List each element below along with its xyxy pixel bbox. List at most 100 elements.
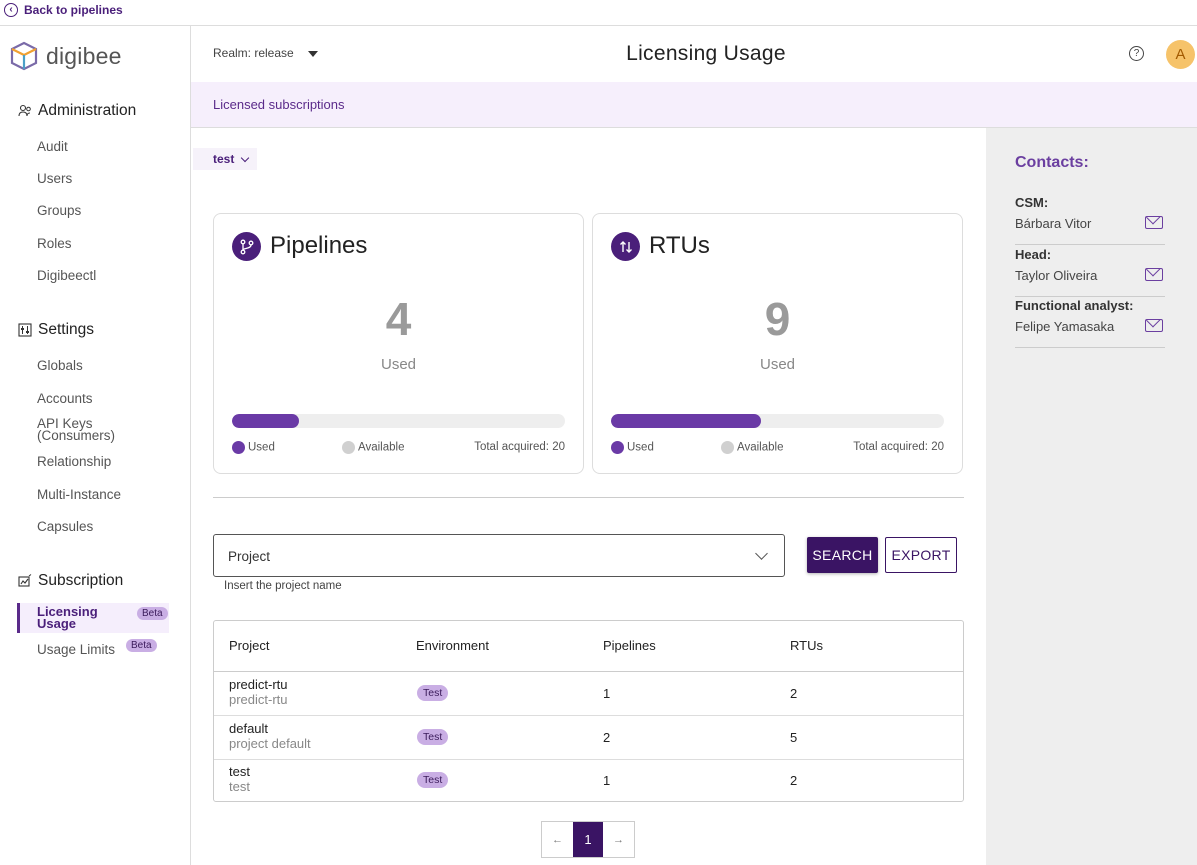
contact-role: Head: [1015,247,1052,262]
usage-progress-fill [611,414,761,428]
divider [213,497,964,498]
table-row[interactable]: default project default Test 2 5 [214,716,963,760]
settings-sliders-icon [18,323,32,337]
back-link-label: Back to pipelines [24,3,123,17]
sidebar-item-accounts[interactable]: Accounts [37,392,93,406]
column-header-rtus: RTUs [790,638,823,653]
card-title: Pipelines [270,232,368,259]
sidebar-item-api-keys[interactable]: API Keys (Consumers) [37,417,115,443]
project-name: predict-rtu [229,677,288,692]
total-acquired: Total acquired: 20 [853,441,944,453]
beta-badge: Beta [126,639,157,652]
mail-icon[interactable] [1145,216,1163,229]
section-title: Administration [38,102,137,119]
column-header-project: Project [229,638,270,653]
table-header: Project Environment Pipelines RTUs [214,621,963,672]
project-description: predict-rtu [229,692,288,707]
column-header-environment: Environment [416,638,489,653]
used-caption: Used [759,356,796,373]
available-dot-icon [342,441,355,454]
environment-selector[interactable]: test [193,148,257,170]
sidebar: digibee Administration Audit Users Group… [0,26,191,865]
arrow-left-icon: ‹ [4,3,18,17]
rtus-count: 5 [790,730,798,745]
projects-table: Project Environment Pipelines RTUs predi… [213,620,964,802]
sidebar-item-digibeectl[interactable]: Digibeectl [37,269,96,283]
section-title: Settings [38,321,95,338]
header: Realm: release Licensing Usage ? A [191,26,1197,82]
page-1-button[interactable]: 1 [573,822,603,857]
total-acquired: Total acquired: 20 [474,441,565,453]
sidebar-item-multi-instance[interactable]: Multi-Instance [37,488,121,502]
contact-name: Felipe Yamasaka [1015,319,1115,334]
export-button[interactable]: EXPORT [885,537,957,573]
sidebar-item-licensing-usage[interactable]: Licensing Usage [37,605,98,630]
subscriptions-banner: Licensed subscriptions [191,82,1197,128]
project-description: test [229,779,250,794]
used-dot-icon [232,441,245,454]
next-page-button[interactable]: → [603,822,634,857]
project-name: test [229,764,250,779]
beta-badge: Beta [137,607,168,620]
contact-name: Taylor Oliveira [1015,268,1098,283]
rtus-card: RTUs 9 Used Used Available Total acquire… [592,213,963,474]
contact-head: Head: Taylor Oliveira [1015,247,1165,297]
rtus-count: 2 [790,686,798,701]
pipelines-count: 1 [603,686,611,701]
help-icon[interactable]: ? [1129,46,1144,61]
project-name: default [229,721,269,736]
sidebar-item-groups[interactable]: Groups [37,204,81,218]
search-button[interactable]: SEARCH [807,537,878,573]
project-select[interactable]: Project [213,534,785,577]
legend-available-label: Available [358,441,405,454]
logo-text: digibee [46,42,122,69]
section-title: Subscription [38,572,124,589]
contact-functional-analyst: Functional analyst: Felipe Yamasaka [1015,298,1165,348]
top-bar: ‹ Back to pipelines [0,0,1197,26]
table-row[interactable]: predict-rtu predict-rtu Test 1 2 [214,672,963,716]
sidebar-item-audit[interactable]: Audit [37,140,68,154]
banner-label: Licensed subscriptions [213,97,345,112]
back-to-pipelines-link[interactable]: ‹ Back to pipelines [4,3,123,17]
sidebar-item-users[interactable]: Users [37,172,72,186]
table-row[interactable]: test test Test 1 2 [214,759,963,803]
chevron-down-icon [755,547,768,560]
rtu-arrows-icon [611,232,640,261]
legend-used: Used [611,441,654,454]
card-title: RTUs [649,232,710,259]
digibee-logo-icon [10,41,38,71]
usage-progress-fill [232,414,299,428]
legend-available: Available [342,441,404,454]
sidebar-item-relationship[interactable]: Relationship [37,455,111,469]
used-count: 4 [385,293,412,345]
sidebar-item-roles[interactable]: Roles [37,237,72,251]
legend-available: Available [721,441,783,454]
used-caption: Used [380,356,417,373]
mail-icon[interactable] [1145,268,1163,281]
project-description: project default [229,736,311,751]
contact-csm: CSM: Bárbara Vitor [1015,195,1165,245]
sidebar-item-globals[interactable]: Globals [37,359,83,373]
legend-used-label: Used [248,441,275,454]
section-administration: Administration [18,102,136,120]
pipelines-count: 1 [603,773,611,788]
used-count: 9 [764,293,791,345]
avatar[interactable]: A [1166,40,1195,69]
chevron-down-icon [241,153,250,162]
project-helper-text: Insert the project name [224,580,342,592]
sidebar-item-capsules[interactable]: Capsules [37,520,93,534]
section-settings: Settings [18,321,94,339]
sidebar-item-usage-limits[interactable]: Usage Limits [37,643,115,657]
subscription-chart-icon [18,574,32,587]
legend-used: Used [232,441,275,454]
legend-used-label: Used [627,441,654,454]
contact-name: Bárbara Vitor [1015,216,1092,231]
environment-value: test [213,152,235,166]
pipeline-branch-icon [232,232,261,261]
environment-badge: Test [417,772,449,788]
used-dot-icon [611,441,624,454]
logo[interactable]: digibee [10,41,122,71]
prev-page-button[interactable]: ← [542,822,573,857]
environment-badge: Test [417,729,449,745]
mail-icon[interactable] [1145,319,1163,332]
